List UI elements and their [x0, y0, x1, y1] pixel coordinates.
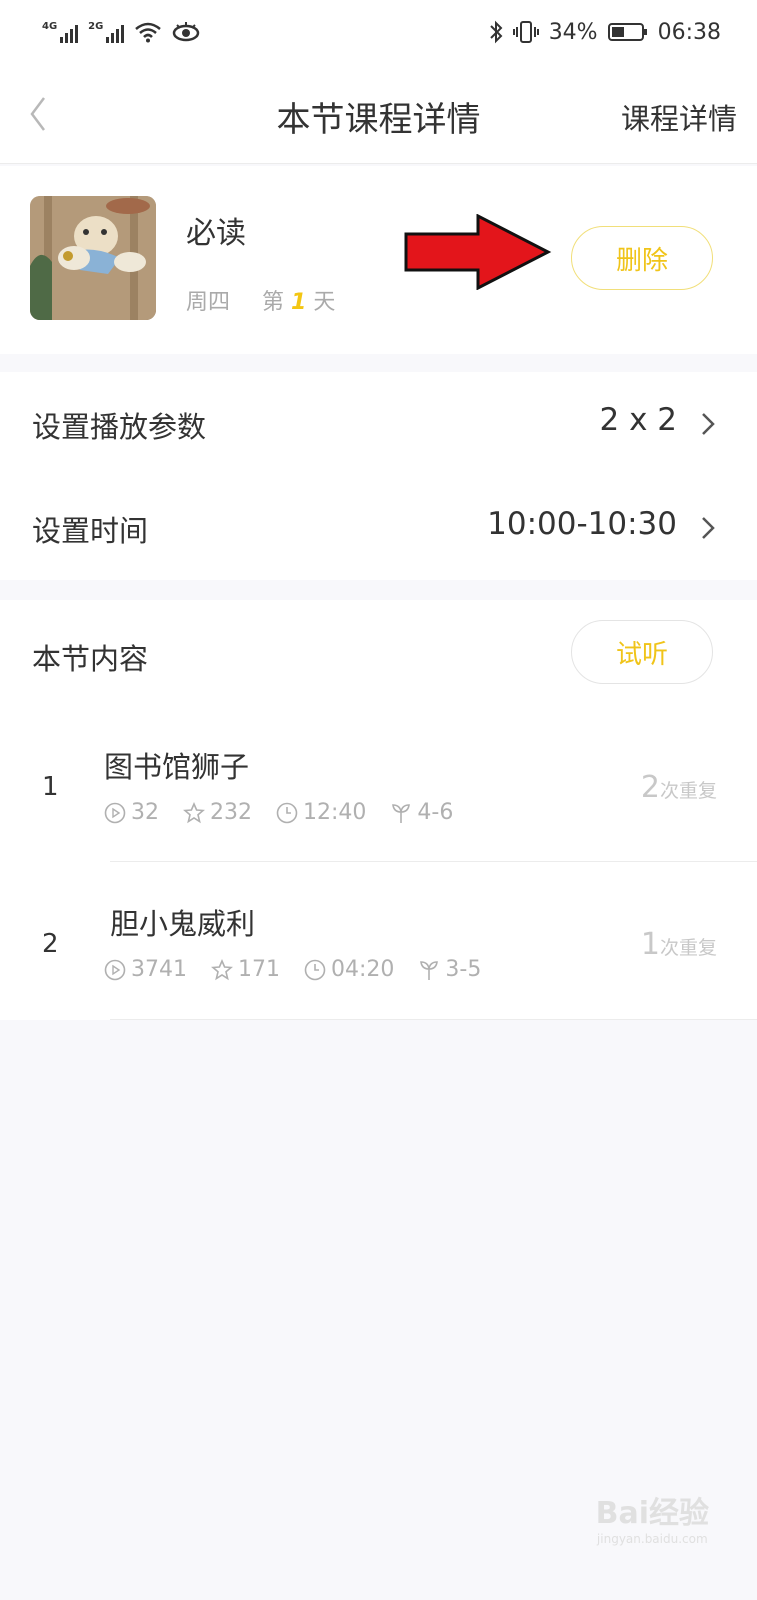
- item-stats: 32 232 12:40 4-6: [104, 800, 477, 825]
- chevron-right-icon: [702, 517, 715, 539]
- course-day-suffix: 天: [313, 290, 336, 315]
- item-stats: 3741 171 04:20 3-5: [104, 957, 505, 982]
- item-index: 2: [42, 929, 59, 959]
- clock: 06:38: [657, 19, 721, 45]
- item-title: 胆小鬼威利: [110, 907, 256, 941]
- cell-signal-icon: 4G: [42, 21, 79, 43]
- star-icon: [211, 958, 233, 980]
- play-count: 3741: [131, 957, 187, 982]
- list-item[interactable]: 1 图书馆狮子 32 232 12:40 4-6 2次重复: [0, 706, 757, 863]
- watermark: Bai经验 jingyan.baidu.com: [596, 1496, 709, 1546]
- course-day-number: 1: [291, 290, 307, 315]
- divider: [110, 1019, 757, 1020]
- lesson-content-section: 本节内容 试听 1 图书馆狮子 32 232 12:40 4-6 2次重复 2 …: [0, 600, 757, 1020]
- wifi-icon: [135, 22, 162, 43]
- course-card: 必读 周四 第 1 天 删除: [0, 166, 757, 354]
- age-range: 3-5: [445, 957, 482, 982]
- watermark-logo: Bai经验: [595, 1496, 709, 1531]
- eye-icon: [173, 22, 200, 42]
- star-count: 232: [210, 800, 252, 825]
- course-schedule: 周四 第 1 天: [186, 284, 335, 316]
- status-bar: 4G 2G 34% 06:38: [0, 0, 757, 64]
- play-icon: [104, 802, 126, 823]
- course-day-prefix: 第: [262, 290, 285, 315]
- settings-section: 设置播放参数 2 x 2 设置时间 10:00-10:30: [0, 372, 757, 580]
- playback-params-value: 2 x 2: [599, 402, 678, 438]
- course-weekday: 周四: [186, 290, 231, 315]
- star-icon: [183, 801, 205, 823]
- course-name: 必读: [186, 216, 246, 251]
- playback-params-row[interactable]: 设置播放参数 2 x 2: [0, 372, 757, 476]
- playback-params-label: 设置播放参数: [32, 410, 207, 444]
- section-title: 本节内容: [32, 642, 149, 676]
- battery-icon: [607, 23, 647, 41]
- play-icon: [104, 959, 126, 980]
- bluetooth-icon: [489, 20, 503, 44]
- item-index: 1: [42, 772, 59, 802]
- play-count: 32: [131, 800, 159, 825]
- course-cover-image[interactable]: [30, 196, 156, 320]
- watermark-url: jingyan.baidu.com: [596, 1532, 708, 1546]
- delete-button[interactable]: 删除: [571, 226, 713, 290]
- star-count: 171: [238, 957, 280, 982]
- try-listen-button[interactable]: 试听: [571, 620, 713, 684]
- clock-icon: [304, 959, 326, 980]
- red-arrow-annotation: [404, 214, 552, 290]
- repeat-count: 1次重复: [640, 927, 717, 962]
- chevron-right-icon: [702, 413, 715, 435]
- repeat-count: 2次重复: [640, 770, 717, 805]
- time-setting-label: 设置时间: [32, 514, 149, 548]
- duration: 12:40: [303, 800, 367, 825]
- list-item[interactable]: 2 胆小鬼威利 3741 171 04:20 3-5 1次重复: [0, 863, 757, 1020]
- nav-bar: 本节课程详情 课程详情: [0, 64, 757, 164]
- time-setting-row[interactable]: 设置时间 10:00-10:30: [0, 476, 757, 580]
- clock-icon: [276, 802, 298, 823]
- back-arrow-icon[interactable]: [22, 94, 62, 134]
- item-title: 图书馆狮子: [104, 750, 250, 784]
- age-range: 4-6: [417, 800, 454, 825]
- time-setting-value: 10:00-10:30: [487, 506, 677, 542]
- course-detail-link[interactable]: 课程详情: [621, 96, 737, 138]
- sprout-icon: [392, 803, 411, 823]
- vibrate-icon: [512, 21, 539, 43]
- sprout-icon: [420, 960, 439, 980]
- battery-percent: 34%: [548, 19, 598, 45]
- duration: 04:20: [331, 957, 395, 982]
- divider: [110, 861, 757, 862]
- cell-signal-2-icon: 2G: [88, 21, 125, 43]
